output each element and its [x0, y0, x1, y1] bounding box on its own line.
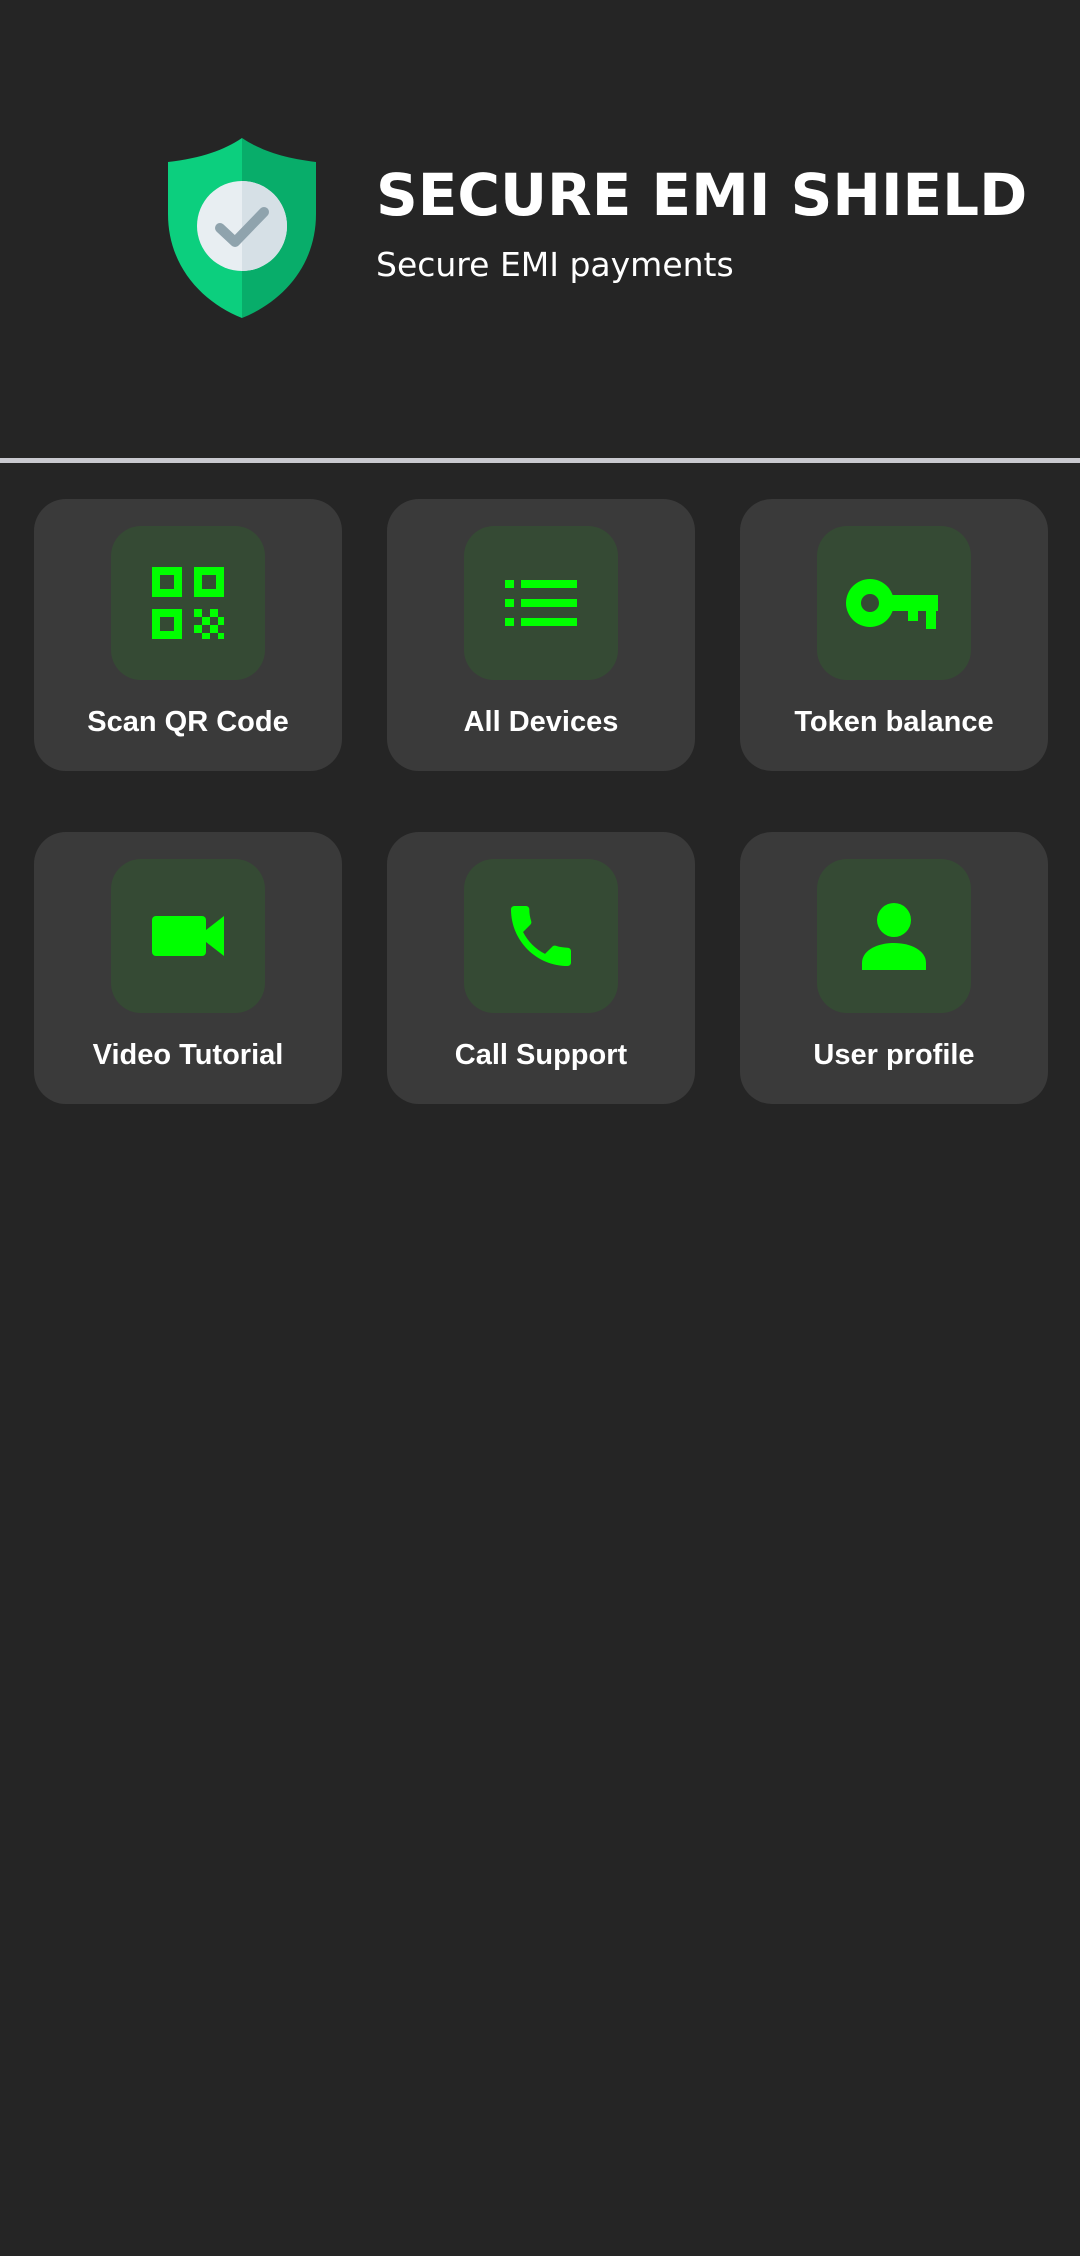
scan-qr-code-icon-box [111, 526, 265, 680]
all-devices-label: All Devices [463, 706, 619, 738]
all-devices-icon-box [464, 526, 618, 680]
all-devices-button[interactable]: All Devices [387, 499, 695, 771]
token-balance-label: Token balance [794, 706, 994, 738]
app-header: SECURE EMI SHIELD Secure EMI payments [0, 0, 1080, 460]
key-icon [846, 579, 938, 629]
header-divider [0, 458, 1080, 463]
scan-qr-code-label: Scan QR Code [87, 706, 289, 738]
app-title: SECURE EMI SHIELD [376, 161, 1028, 229]
token-balance-icon-box [817, 526, 971, 680]
shield-check-icon [168, 138, 316, 318]
user-icon [862, 903, 926, 970]
list-icon [505, 580, 577, 626]
call-support-button[interactable]: Call Support [387, 832, 695, 1104]
user-profile-button[interactable]: User profile [740, 832, 1048, 1104]
video-tutorial-button[interactable]: Video Tutorial [34, 832, 342, 1104]
token-balance-button[interactable]: Token balance [740, 499, 1048, 771]
video-tutorial-label: Video Tutorial [92, 1039, 284, 1071]
app-subtitle: Secure EMI payments [376, 245, 734, 284]
video-camera-icon [152, 916, 224, 956]
call-support-label: Call Support [454, 1039, 628, 1071]
call-support-icon-box [464, 859, 618, 1013]
phone-icon [511, 906, 571, 966]
video-tutorial-icon-box [111, 859, 265, 1013]
user-profile-label: User profile [813, 1039, 975, 1071]
user-profile-icon-box [817, 859, 971, 1013]
scan-qr-code-button[interactable]: Scan QR Code [34, 499, 342, 771]
qr-code-icon [152, 567, 224, 639]
